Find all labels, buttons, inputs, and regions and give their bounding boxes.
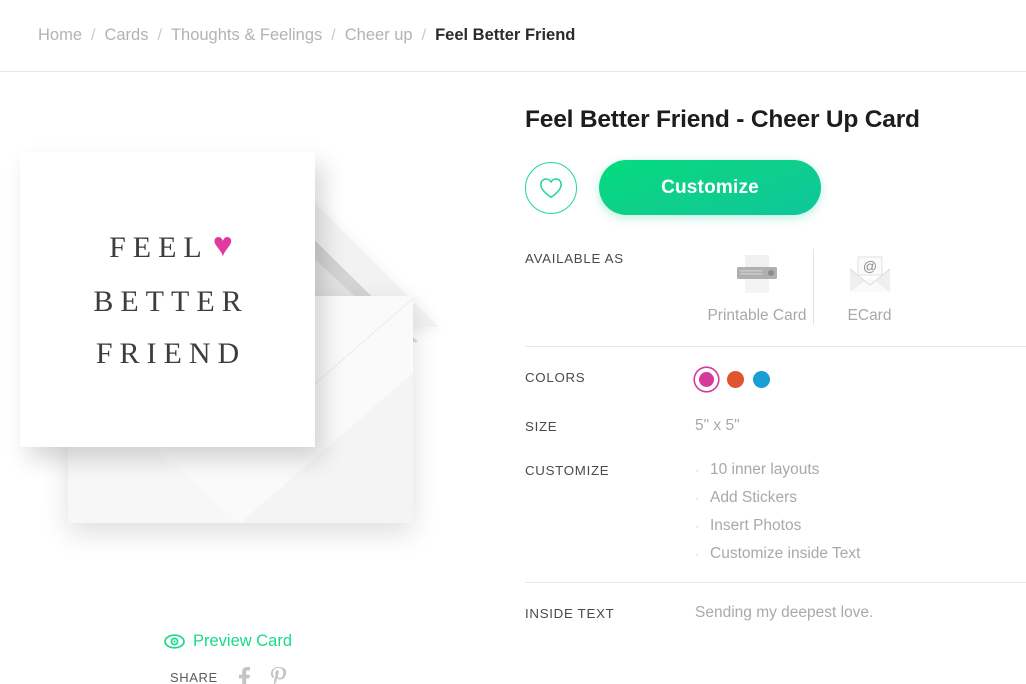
bullet-icon: ·	[695, 547, 699, 561]
share-label: SHARE	[170, 669, 218, 684]
available-as-option-ecard[interactable]: @ ECard	[813, 249, 925, 325]
breadcrumb-item-cheer-up[interactable]: Cheer up	[345, 26, 413, 45]
customize-button[interactable]: Customize	[599, 160, 821, 215]
breadcrumb-separator: /	[331, 26, 336, 44]
color-swatch-blue[interactable]	[753, 371, 770, 388]
color-swatches	[695, 368, 1026, 391]
printer-icon	[701, 249, 813, 301]
list-item-label: Add Stickers	[710, 489, 798, 506]
list-item: · 10 inner layouts	[695, 461, 1026, 479]
bullet-icon: ·	[695, 491, 699, 505]
breadcrumb-item-home[interactable]: Home	[38, 26, 82, 45]
divider	[525, 582, 1026, 583]
product-page: FEEL ♥ BETTER FRIEND Preview Card SHARE	[0, 72, 1026, 684]
color-swatch-orange[interactable]	[727, 371, 744, 388]
breadcrumb-separator: /	[91, 26, 96, 44]
breadcrumb: Home / Cards / Thoughts & Feelings / Che…	[38, 26, 575, 45]
breadcrumb-item-thoughts-feelings[interactable]: Thoughts & Feelings	[171, 26, 322, 45]
card-preview-stage: FEEL ♥ BETTER FRIEND	[20, 82, 480, 562]
size-row: SIZE 5" x 5"	[525, 417, 1026, 435]
preview-card-button[interactable]: Preview Card	[164, 632, 292, 651]
inside-text-label: INSIDE TEXT	[525, 606, 615, 621]
card-art-line-2: BETTER	[93, 284, 249, 318]
list-item: · Insert Photos	[695, 517, 1026, 535]
colors-row: COLORS	[525, 368, 1026, 391]
svg-text:@: @	[862, 258, 876, 274]
colors-label: COLORS	[525, 370, 586, 385]
size-label: SIZE	[525, 419, 558, 434]
size-value: 5" x 5"	[695, 417, 740, 434]
breadcrumb-item-current: Feel Better Friend	[435, 26, 576, 44]
greeting-card-front[interactable]: FEEL ♥ BETTER FRIEND	[20, 152, 315, 447]
available-as-row: AVAILABLE AS Printable Card @ ECard	[525, 249, 1026, 325]
color-swatch-pink[interactable]	[695, 368, 718, 391]
breadcrumb-item-cards[interactable]: Cards	[104, 26, 148, 45]
customize-label: CUSTOMIZE	[525, 463, 610, 478]
bullet-icon: ·	[695, 463, 699, 477]
inside-text-row: INSIDE TEXT Sending my deepest love.	[525, 604, 1026, 622]
card-art-text-feel: FEEL	[109, 230, 209, 264]
list-item: · Customize inside Text	[695, 545, 1026, 563]
email-envelope-icon: @	[814, 249, 925, 301]
divider	[525, 346, 1026, 347]
heart-outline-icon	[540, 177, 562, 198]
list-item-label: Insert Photos	[710, 517, 802, 534]
facebook-icon[interactable]	[234, 666, 256, 684]
page-title: Feel Better Friend - Cheer Up Card	[525, 106, 920, 133]
action-row: Customize	[525, 160, 1026, 215]
available-as-option-printable-card[interactable]: Printable Card	[701, 249, 813, 325]
inside-text-value: Sending my deepest love.	[695, 604, 874, 621]
breadcrumb-separator: /	[157, 26, 162, 44]
breadcrumb-bar: Home / Cards / Thoughts & Feelings / Che…	[0, 0, 1026, 72]
preview-card-label: Preview Card	[193, 632, 293, 650]
list-item-label: Customize inside Text	[710, 545, 861, 562]
bullet-icon: ·	[695, 519, 699, 533]
product-details-column: Feel Better Friend - Cheer Up Card Custo…	[500, 72, 1026, 684]
available-as-options: Printable Card @ ECard	[701, 249, 1026, 325]
heart-icon: ♥	[212, 226, 233, 264]
available-as-option-label: Printable Card	[707, 307, 807, 324]
available-as-label: AVAILABLE AS	[525, 251, 624, 266]
available-as-option-label: ECard	[847, 307, 892, 324]
customize-row: CUSTOMIZE · 10 inner layouts · Add Stick…	[525, 461, 1026, 573]
customize-feature-list: · 10 inner layouts · Add Stickers · Inse…	[695, 461, 1026, 563]
product-image-column: FEEL ♥ BETTER FRIEND Preview Card SHARE	[0, 72, 500, 684]
list-item: · Add Stickers	[695, 489, 1026, 507]
share-row: SHARE	[170, 666, 302, 684]
card-art-line-1: FEEL ♥	[102, 226, 233, 265]
favorite-button[interactable]	[525, 161, 577, 214]
pinterest-icon[interactable]	[268, 666, 290, 684]
card-art-line-3: FRIEND	[95, 336, 247, 370]
eye-icon	[164, 634, 185, 649]
list-item-label: 10 inner layouts	[710, 461, 820, 478]
breadcrumb-separator: /	[421, 26, 427, 44]
